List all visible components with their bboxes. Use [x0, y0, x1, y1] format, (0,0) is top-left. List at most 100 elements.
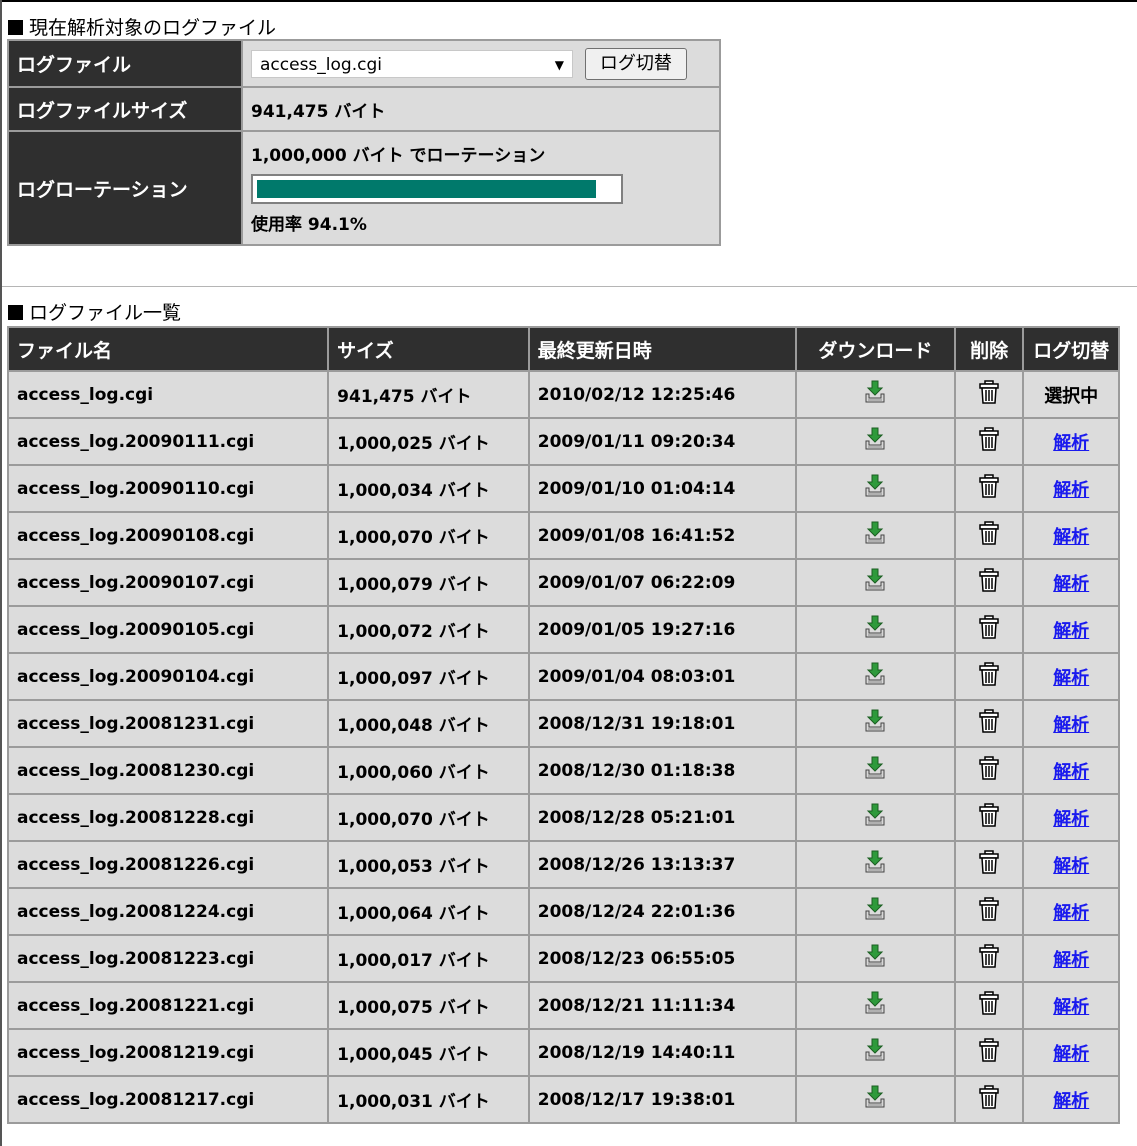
download-icon[interactable] [864, 944, 886, 973]
cell-switch: 選択中 [1024, 372, 1118, 417]
cell-switch: 解析 [1024, 560, 1118, 605]
cell-size: 1,000,034 バイト [329, 466, 528, 511]
logfile-label: ログファイル [9, 41, 241, 86]
analyze-link[interactable]: 解析 [1053, 574, 1089, 595]
cell-download [796, 701, 954, 746]
download-icon[interactable] [864, 803, 886, 832]
download-icon[interactable] [864, 474, 886, 503]
trash-can-icon[interactable] [979, 991, 999, 1020]
analyze-link[interactable]: 解析 [1053, 950, 1089, 971]
analyze-link[interactable]: 解析 [1053, 809, 1089, 830]
cell-filename: access_log.20090104.cgi [9, 654, 328, 699]
cell-filename: access_log.20081230.cgi [9, 748, 328, 793]
analyze-link[interactable]: 解析 [1053, 527, 1089, 548]
table-row: access_log.20090110.cgi 1,000,034 バイト 20… [9, 466, 1118, 511]
download-icon[interactable] [864, 615, 886, 644]
analyze-link[interactable]: 解析 [1053, 1044, 1089, 1065]
cell-filename: access_log.20090107.cgi [9, 560, 328, 605]
header-filename: ファイル名 [9, 328, 328, 370]
download-icon[interactable] [864, 427, 886, 456]
table-row: access_log.20081226.cgi 1,000,053 バイト 20… [9, 842, 1118, 887]
trash-can-icon[interactable] [979, 1038, 999, 1067]
cell-switch: 解析 [1024, 889, 1118, 934]
trash-can-icon[interactable] [979, 427, 999, 456]
cell-size: 1,000,053 バイト [329, 842, 528, 887]
cell-download [796, 513, 954, 558]
analyze-link[interactable]: 解析 [1053, 1091, 1089, 1112]
cell-download [796, 842, 954, 887]
download-icon[interactable] [864, 850, 886, 879]
trash-can-icon[interactable] [979, 380, 999, 409]
analyze-link[interactable]: 解析 [1053, 997, 1089, 1018]
cell-modified: 2008/12/31 19:18:01 [529, 701, 795, 746]
analyze-link[interactable]: 解析 [1053, 480, 1089, 501]
trash-can-icon[interactable] [979, 709, 999, 738]
table-row: access_log.20081228.cgi 1,000,070 バイト 20… [9, 795, 1118, 840]
table-row: access_log.20081219.cgi 1,000,045 バイト 20… [9, 1030, 1118, 1075]
cell-size: 1,000,079 バイト [329, 560, 528, 605]
cell-size: 1,000,097 バイト [329, 654, 528, 699]
download-icon[interactable] [864, 1085, 886, 1114]
cell-download [796, 936, 954, 981]
trash-can-icon[interactable] [979, 521, 999, 550]
download-icon[interactable] [864, 756, 886, 785]
cell-delete [955, 466, 1023, 511]
trash-can-icon[interactable] [979, 944, 999, 973]
cell-delete [955, 1030, 1023, 1075]
cell-size: 1,000,064 バイト [329, 889, 528, 934]
analyze-link[interactable]: 解析 [1053, 903, 1089, 924]
analyze-link[interactable]: 解析 [1053, 856, 1089, 877]
download-icon[interactable] [864, 380, 886, 409]
table-row: access_log.20081217.cgi 1,000,031 バイト 20… [9, 1077, 1118, 1122]
analyze-link[interactable]: 解析 [1053, 715, 1089, 736]
cell-switch: 解析 [1024, 936, 1118, 981]
trash-can-icon[interactable] [979, 474, 999, 503]
frame-top-border [0, 0, 1137, 2]
trash-can-icon[interactable] [979, 803, 999, 832]
section-divider [2, 286, 1137, 287]
cell-switch: 解析 [1024, 795, 1118, 840]
download-icon[interactable] [864, 662, 886, 691]
download-icon[interactable] [864, 709, 886, 738]
cell-filename: access_log.20081224.cgi [9, 889, 328, 934]
table-row: access_log.20081224.cgi 1,000,064 バイト 20… [9, 889, 1118, 934]
trash-can-icon[interactable] [979, 850, 999, 879]
cell-switch: 解析 [1024, 1030, 1118, 1075]
cell-filename: access_log.20090105.cgi [9, 607, 328, 652]
cell-download [796, 983, 954, 1028]
trash-can-icon[interactable] [979, 897, 999, 926]
analyze-link[interactable]: 解析 [1053, 668, 1089, 689]
cell-download [796, 654, 954, 699]
download-icon[interactable] [864, 1038, 886, 1067]
usage-rate-text: 使用率 94.1% [251, 214, 367, 235]
cell-delete [955, 1077, 1023, 1122]
cell-download [796, 419, 954, 464]
table-row: access_log.20090105.cgi 1,000,072 バイト 20… [9, 607, 1118, 652]
cell-download [796, 372, 954, 417]
analyze-link[interactable]: 解析 [1053, 762, 1089, 783]
logfile-size-value: 941,475 バイト [243, 88, 719, 130]
cell-filename: access_log.20081217.cgi [9, 1077, 328, 1122]
cell-modified: 2008/12/28 05:21:01 [529, 795, 795, 840]
trash-can-icon[interactable] [979, 1085, 999, 1114]
trash-can-icon[interactable] [979, 568, 999, 597]
cell-filename: access_log.20081226.cgi [9, 842, 328, 887]
trash-can-icon[interactable] [979, 662, 999, 691]
trash-can-icon[interactable] [979, 615, 999, 644]
download-icon[interactable] [864, 991, 886, 1020]
analyze-link[interactable]: 解析 [1053, 433, 1089, 454]
cell-switch: 解析 [1024, 607, 1118, 652]
cell-download [796, 1030, 954, 1075]
cell-download [796, 466, 954, 511]
trash-can-icon[interactable] [979, 756, 999, 785]
download-icon[interactable] [864, 897, 886, 926]
download-icon[interactable] [864, 568, 886, 597]
switch-log-button[interactable]: ログ切替 [584, 47, 687, 80]
cell-switch: 解析 [1024, 419, 1118, 464]
cell-size: 1,000,025 バイト [329, 419, 528, 464]
download-icon[interactable] [864, 521, 886, 550]
logfile-select-value: access_log.cgi [260, 54, 382, 75]
header-download: ダウンロード [796, 328, 954, 370]
analyze-link[interactable]: 解析 [1053, 621, 1089, 642]
logfile-select[interactable]: access_log.cgi ▼ [251, 49, 573, 78]
